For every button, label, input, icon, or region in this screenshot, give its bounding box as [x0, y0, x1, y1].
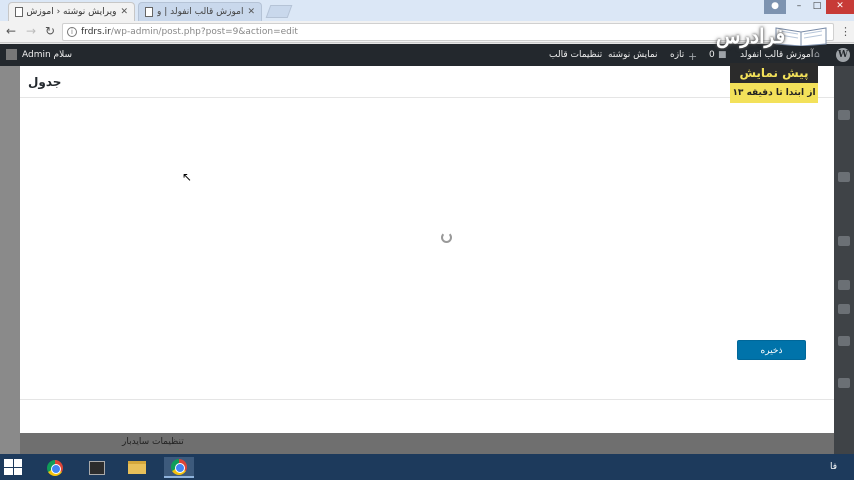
page-background-left: [0, 66, 20, 454]
user-icon[interactable]: ●: [764, 0, 786, 14]
taskbar-chrome-active[interactable]: [164, 457, 194, 478]
back-icon[interactable]: ←: [6, 24, 16, 38]
save-button[interactable]: ذخیره: [737, 340, 806, 360]
tab-title: ویرایش نوشته ‹ آموزش قا: [27, 7, 117, 17]
settings-icon: [838, 304, 850, 314]
doc-icon: [15, 7, 23, 17]
info-icon[interactable]: i: [67, 27, 77, 37]
comments-menu-icon: [838, 236, 850, 246]
view-post-link[interactable]: نمایش نوشته: [608, 50, 658, 60]
collapse-icon: [838, 378, 850, 388]
windows-taskbar: [0, 454, 854, 480]
folder-icon: [128, 461, 146, 474]
forward-icon[interactable]: →: [26, 24, 36, 38]
maximize-icon[interactable]: □: [808, 0, 826, 14]
reload-icon[interactable]: ↻: [45, 24, 55, 38]
taskbar-tool[interactable]: [82, 457, 112, 478]
wordpress-logo-icon[interactable]: W: [836, 48, 850, 62]
close-tab-icon[interactable]: ✕: [120, 7, 128, 17]
avatar[interactable]: [6, 49, 17, 60]
home-icon[interactable]: ⌂: [814, 50, 820, 60]
media-icon: [838, 172, 850, 182]
appearance-icon: [838, 280, 850, 290]
taskbar-chrome[interactable]: [40, 457, 70, 478]
modal-header: جدول: [20, 66, 834, 98]
taskbar-explorer[interactable]: [122, 457, 152, 478]
close-tab-icon[interactable]: ✕: [247, 7, 255, 17]
tab-edit-post[interactable]: ویرایش نوشته ‹ آموزش قا ✕: [8, 2, 135, 21]
promo-headline: پیش نمایش: [730, 63, 818, 83]
url-host: frdrs.ir: [81, 27, 111, 37]
doc-icon: [145, 7, 153, 17]
comment-count[interactable]: 0: [709, 50, 715, 60]
promo-subline: از ابتدا تا دقیقه ۱۳: [730, 83, 818, 103]
modal-title: جدول: [28, 75, 62, 89]
mouse-cursor-icon: ↖: [182, 170, 193, 184]
windows-start-icon[interactable]: [4, 459, 22, 475]
chrome-icon: [47, 459, 63, 476]
sidebar-settings-label: تنظیمات سایدبار: [122, 437, 184, 447]
loading-spinner-icon: [441, 232, 452, 243]
minimize-icon[interactable]: –: [790, 0, 808, 14]
browser-titlebar: ویرایش نوشته ‹ آموزش قا ✕ آموزش قالب انف…: [0, 0, 854, 21]
comment-icon[interactable]: ■: [718, 50, 727, 60]
menu-icon[interactable]: ⋮: [840, 25, 851, 38]
tools-icon: [838, 336, 850, 346]
pin-icon: [838, 110, 850, 120]
theme-settings-link[interactable]: تنظیمات قالب: [549, 50, 602, 60]
chrome-icon: [171, 458, 187, 475]
close-icon[interactable]: ✕: [826, 0, 854, 14]
url-path: /wp-admin/post.php?post=9&action=edit: [110, 27, 298, 37]
table-modal: جدول ↖: [20, 66, 834, 433]
tab-title: آموزش قالب انفولد | ویرا: [157, 7, 244, 17]
plus-icon[interactable]: +: [688, 50, 697, 63]
tab-theme-tutorial[interactable]: آموزش قالب انفولد | ویرا ✕: [138, 2, 262, 21]
admin-menu-dimmed: [834, 66, 854, 454]
language-indicator[interactable]: فا: [830, 462, 837, 472]
site-name-link[interactable]: آموزش قالب انفولد: [740, 50, 813, 60]
new-content-link[interactable]: تازه: [670, 50, 684, 60]
howdy-user[interactable]: سلام Admin: [22, 50, 72, 60]
new-tab-button[interactable]: [265, 5, 293, 18]
tool-icon: [89, 460, 105, 475]
modal-footer: [20, 399, 834, 433]
faradars-logo: فرادرس: [716, 24, 786, 48]
